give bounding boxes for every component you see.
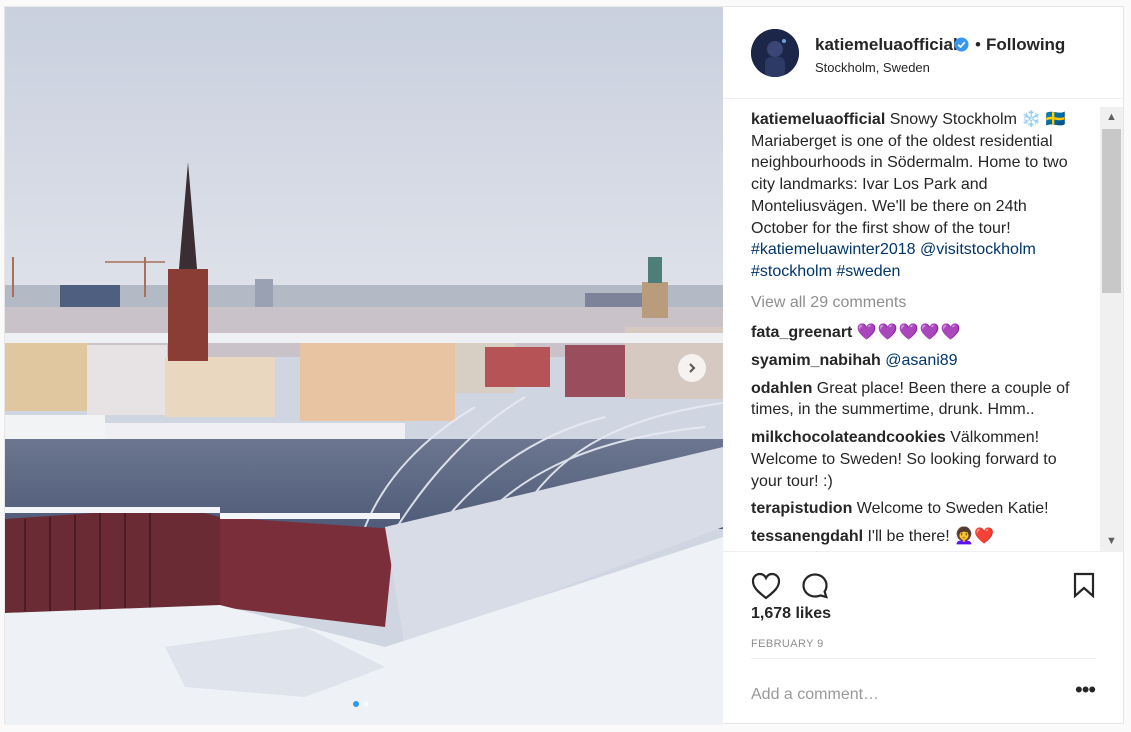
caption: katiemeluaofficial Snowy Stockholm ❄️ 🇸🇪… — [751, 109, 1087, 283]
caption-username[interactable]: katiemeluaofficial — [751, 111, 885, 128]
scroll-up-arrow-icon[interactable]: ▲ — [1100, 107, 1123, 127]
comment-item: terapistudion Welcome to Sweden Katie! — [751, 498, 1087, 520]
separator-dot: • — [975, 35, 981, 54]
comment-text: Welcome to Sweden Katie! — [856, 500, 1049, 518]
following-button[interactable]: Following — [986, 35, 1065, 55]
verified-badge-icon — [954, 37, 969, 52]
comment-username[interactable]: milkchocolateandcookies — [751, 429, 946, 446]
hashtag[interactable]: #katiemeluawinter2018 — [751, 241, 916, 258]
scroll-down-arrow-icon[interactable]: ▼ — [1100, 531, 1123, 551]
carousel-dot-active — [353, 701, 359, 707]
comments-scrollbar[interactable]: ▲ ▼ — [1100, 107, 1123, 551]
post-actions: 1,678 likes FEBRUARY 9 — [723, 551, 1123, 661]
comment-text: I'll be there! 👩‍🦱❤️ — [867, 527, 994, 545]
comment-item: odahlen Great place! Been there a couple… — [751, 378, 1087, 421]
add-comment-section: ••• — [751, 658, 1096, 722]
author-username[interactable]: katiemeluaofficial — [815, 35, 958, 55]
comments-panel[interactable]: katiemeluaofficial Snowy Stockholm ❄️ 🇸🇪… — [723, 99, 1123, 551]
post-date: FEBRUARY 9 — [751, 638, 824, 650]
heart-outline-icon[interactable] — [751, 572, 781, 600]
hashtag[interactable]: #sweden — [836, 263, 900, 280]
comment-username[interactable]: terapistudion — [751, 500, 852, 517]
comment-text: 💜💜💜💜💜 — [856, 324, 962, 342]
speech-bubble-icon[interactable] — [801, 572, 829, 600]
post-location[interactable]: Stockholm, Sweden — [815, 60, 930, 75]
carousel-dot — [363, 701, 369, 707]
stockholm-winter-image — [5, 7, 723, 725]
post-card: katiemeluaofficial • Following Stockholm… — [4, 6, 1124, 725]
mention[interactable]: @visitstockholm — [920, 241, 1036, 258]
caption-text: Snowy Stockholm ❄️ 🇸🇪 Mariaberget is one… — [751, 111, 1068, 237]
likes-count[interactable]: 1,678 likes — [751, 605, 831, 623]
comment-username[interactable]: syamim_nabihah — [751, 352, 881, 369]
more-options-icon[interactable]: ••• — [1075, 679, 1096, 701]
comment-username[interactable]: fata_greenart — [751, 324, 852, 341]
comment-item: tessanengdahl I'll be there! 👩‍🦱❤️ — [751, 526, 1087, 548]
chevron-right-icon — [689, 363, 696, 373]
scroll-thumb[interactable] — [1102, 129, 1121, 293]
hashtag[interactable]: #stockholm — [751, 263, 832, 280]
comment-item: milkchocolateandcookies Välkommen! Welco… — [751, 427, 1087, 492]
comment-item: syamim_nabihah @asani89 — [751, 350, 1087, 372]
comment-item: fata_greenart 💜💜💜💜💜 — [751, 322, 1087, 344]
comment-username[interactable]: tessanengdahl — [751, 528, 863, 545]
add-comment-input[interactable] — [751, 675, 1051, 715]
carousel-indicator — [353, 701, 369, 707]
post-header: katiemeluaofficial • Following Stockholm… — [723, 7, 1123, 99]
bookmark-icon[interactable] — [1073, 572, 1095, 598]
avatar-image — [751, 29, 799, 77]
view-all-comments-link[interactable]: View all 29 comments — [751, 292, 1087, 314]
comment-username[interactable]: odahlen — [751, 380, 812, 397]
author-avatar[interactable] — [751, 29, 799, 77]
comment-mention[interactable]: @asani89 — [885, 352, 957, 369]
post-photo[interactable] — [5, 7, 723, 725]
comments-list: katiemeluaofficial Snowy Stockholm ❄️ 🇸🇪… — [751, 109, 1087, 551]
post-sidebar: katiemeluaofficial • Following Stockholm… — [723, 7, 1123, 723]
carousel-next-button[interactable] — [678, 354, 706, 382]
